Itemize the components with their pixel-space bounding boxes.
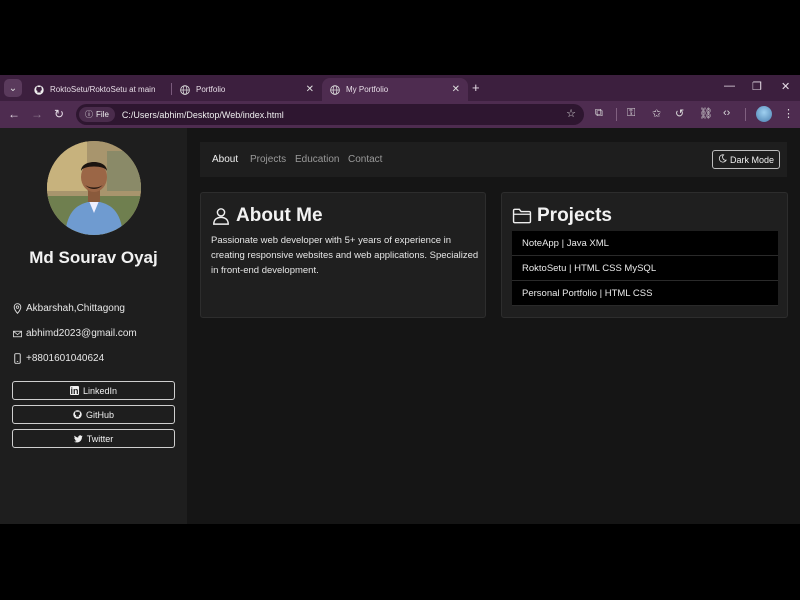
- minimize-button[interactable]: —: [724, 80, 735, 92]
- dark-mode-button[interactable]: Dark Mode: [711, 150, 780, 169]
- info-icon: ⓘ: [85, 110, 93, 119]
- phone-icon: [13, 353, 22, 364]
- chevron-down-icon: ⌄: [8, 82, 18, 94]
- site-info-chip[interactable]: ⓘ File: [79, 107, 115, 122]
- twitter-icon: [73, 434, 83, 443]
- bookmark-star-icon[interactable]: ☆: [566, 107, 576, 120]
- nav-link-projects[interactable]: Projects: [250, 154, 286, 165]
- globe-icon: [180, 84, 190, 95]
- about-description: Passionate web developer with 5+ years o…: [211, 235, 479, 276]
- envelope-icon: [13, 330, 22, 338]
- close-tab-icon[interactable]: ✕: [306, 84, 314, 95]
- back-arrow-icon[interactable]: ←: [8, 107, 20, 121]
- tab-title: RoktoSetu/RoktoSetu at main: [50, 85, 156, 94]
- social-label: Twitter: [86, 433, 114, 444]
- link-icon[interactable]: ⛓: [699, 107, 713, 120]
- toolbar-divider: [745, 108, 746, 121]
- extensions-icon[interactable]: ⧉: [595, 107, 603, 120]
- site-navbar: About Projects Education Contact Dark Mo…: [200, 142, 787, 177]
- forward-arrow-icon[interactable]: →: [31, 107, 43, 121]
- project-item-noteapp[interactable]: NoteApp | Java XML: [512, 231, 778, 256]
- profile-avatar-icon[interactable]: [756, 106, 772, 122]
- nav-link-about[interactable]: About: [212, 154, 238, 165]
- folder-icon: [512, 206, 532, 226]
- favorites-star-icon[interactable]: ✩: [652, 107, 661, 120]
- contact-phone: +8801601040624: [13, 353, 104, 364]
- project-item-roktosetu[interactable]: RoktoSetu | HTML CSS MySQL: [512, 256, 778, 281]
- tab-roktosetu[interactable]: RoktoSetu/RoktoSetu at main: [26, 78, 172, 101]
- contact-text: +8801601040624: [26, 353, 105, 364]
- moon-icon: [718, 154, 727, 165]
- tab-title: My Portfolio: [346, 85, 389, 94]
- close-window-button[interactable]: ✕: [781, 80, 790, 93]
- profile-name: Md Sourav Oyaj: [29, 248, 158, 267]
- tab-search-button[interactable]: ⌄: [4, 79, 22, 97]
- github-button[interactable]: GitHub: [12, 405, 175, 424]
- linkedin-icon: in: [69, 385, 79, 396]
- tab-title: Portfolio: [196, 85, 226, 94]
- linkedin-button[interactable]: in LinkedIn: [12, 381, 175, 400]
- browser-window: ⌄ RoktoSetu/RoktoSetu at main Portfolio …: [0, 75, 800, 524]
- main-content: About Projects Education Contact Dark Mo…: [187, 128, 800, 524]
- contact-text[interactable]: abhimd2023@gmail.com: [26, 328, 137, 339]
- about-title-text: About Me: [236, 205, 323, 226]
- social-label: LinkedIn: [82, 385, 118, 396]
- site-info-label: File: [96, 110, 109, 119]
- contact-email: abhimd2023@gmail.com: [13, 328, 137, 339]
- devtools-icon[interactable]: ‹›: [723, 107, 730, 119]
- restore-button[interactable]: ❐: [752, 80, 762, 93]
- address-bar[interactable]: ⓘ File C:/Users/abhim/Desktop/Web/index.…: [76, 104, 584, 125]
- dark-mode-label: Dark Mode: [729, 154, 774, 165]
- nav-link-education[interactable]: Education: [295, 154, 339, 165]
- web-page: Md Sourav Oyaj Akbarshah,Chittagong abhi…: [0, 128, 800, 524]
- reload-icon[interactable]: ↻: [54, 107, 64, 121]
- tab-my-portfolio[interactable]: My Portfolio ✕: [322, 78, 468, 101]
- url-text[interactable]: C:/Users/abhim/Desktop/Web/index.html: [122, 110, 284, 120]
- globe-icon: [330, 84, 340, 95]
- contact-text: Akbarshah,Chittagong: [26, 303, 125, 314]
- contact-location: Akbarshah,Chittagong: [13, 303, 125, 314]
- location-pin-icon: [13, 303, 22, 314]
- project-item-portfolio[interactable]: Personal Portfolio | HTML CSS: [512, 281, 778, 306]
- person-icon: [211, 206, 231, 226]
- profile-sidebar: Md Sourav Oyaj Akbarshah,Chittagong abhi…: [0, 128, 187, 524]
- projects-title: Projects: [512, 205, 612, 227]
- projects-card: Projects NoteApp | Java XML RoktoSetu | …: [501, 192, 788, 318]
- about-title: About Me: [211, 205, 323, 227]
- toolbar: ← → ↻ ⓘ File C:/Users/abhim/Desktop/Web/…: [0, 101, 800, 128]
- projects-title-text: Projects: [537, 205, 612, 226]
- close-tab-icon[interactable]: ✕: [452, 84, 460, 95]
- github-icon: [73, 410, 82, 419]
- menu-dots-icon[interactable]: ⋮: [783, 107, 794, 120]
- new-tab-button[interactable]: +: [472, 80, 480, 95]
- password-key-icon[interactable]: ⚿: [627, 107, 635, 120]
- projects-list: NoteApp | Java XML RoktoSetu | HTML CSS …: [512, 231, 778, 306]
- github-icon: [34, 84, 44, 95]
- twitter-button[interactable]: Twitter: [12, 429, 175, 448]
- nav-link-contact[interactable]: Contact: [348, 154, 382, 165]
- profile-photo: [47, 141, 141, 235]
- social-label: GitHub: [85, 409, 114, 420]
- history-icon[interactable]: ↺: [675, 107, 684, 120]
- toolbar-divider: [616, 108, 617, 121]
- tab-bar: ⌄ RoktoSetu/RoktoSetu at main Portfolio …: [0, 75, 800, 101]
- tab-portfolio[interactable]: Portfolio ✕: [172, 78, 322, 101]
- about-card: About Me Passionate web developer with 5…: [200, 192, 486, 318]
